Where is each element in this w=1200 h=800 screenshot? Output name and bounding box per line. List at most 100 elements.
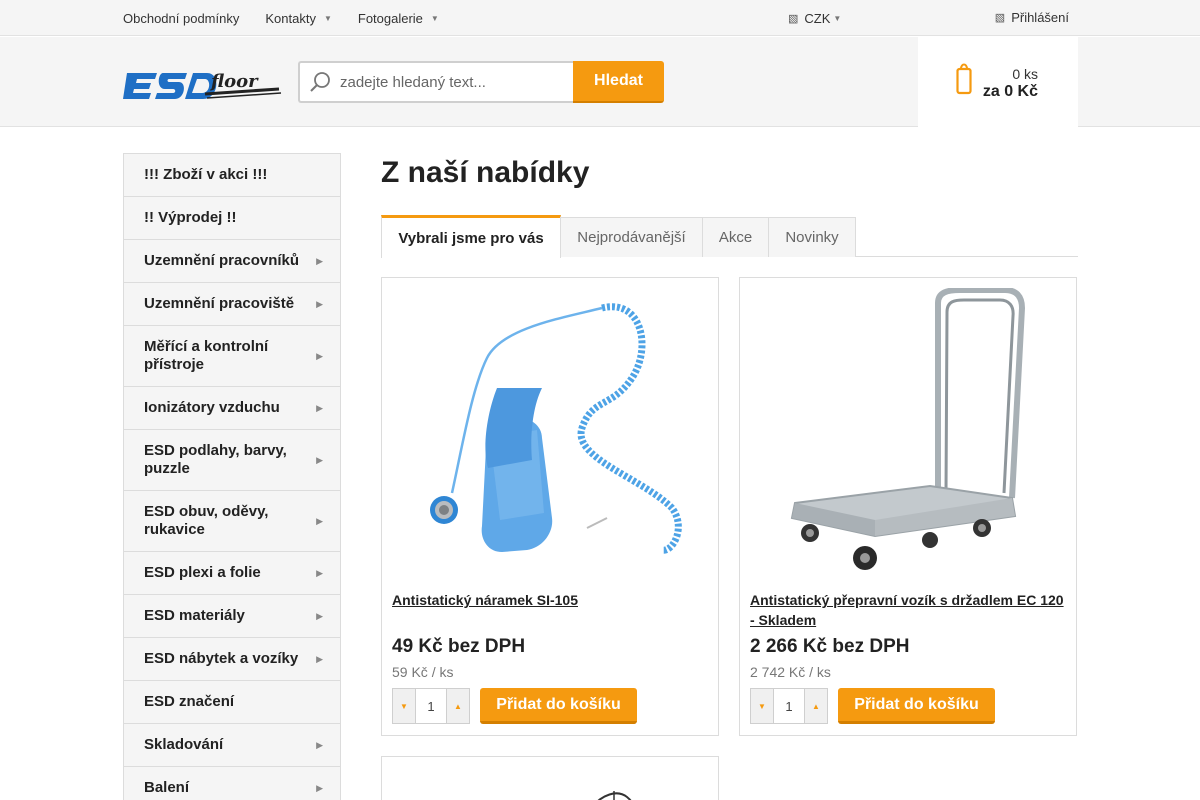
search-button[interactable]: Hledat bbox=[573, 61, 664, 103]
cart-price: za 0 Kč bbox=[982, 83, 1038, 100]
chevron-right-icon: ▶ bbox=[316, 611, 323, 621]
chevron-right-icon: ▶ bbox=[316, 516, 323, 526]
link-label: Fotogalerie bbox=[357, 10, 423, 26]
quantity-stepper: ▼ 1 ▲ bbox=[392, 688, 470, 724]
product-card bbox=[381, 756, 719, 800]
svg-text:floor: floor bbox=[209, 71, 259, 92]
chevron-down-icon: ▼ bbox=[430, 13, 439, 23]
quantity-input[interactable]: 1 bbox=[415, 689, 447, 723]
search-icon bbox=[300, 63, 340, 101]
link-fotogalerie[interactable]: Fotogalerie ▼ bbox=[358, 11, 439, 26]
tab-label: Novinky bbox=[785, 229, 839, 246]
quantity-stepper: ▼ 1 ▲ bbox=[750, 688, 828, 724]
category-label: Skladování bbox=[144, 736, 224, 753]
category-item-uzemneni-pracovniku[interactable]: Uzemnění pracovníků ▶ bbox=[124, 240, 340, 283]
add-to-cart-button[interactable]: Přidat do košíku bbox=[480, 688, 637, 724]
category-sidebar: !!! Zboží v akci !!! !! Výprodej !! Uzem… bbox=[123, 153, 341, 800]
login-link[interactable]: ▧ Přihlášení bbox=[995, 0, 1069, 34]
category-label: ESD nábytek a vozíky bbox=[144, 650, 299, 667]
top-nav: Obchodní podmínky Kontakty ▼ Fotogalerie ▼ bbox=[123, 0, 465, 36]
header: floor Hledat 0 ks za 0 Kč bbox=[0, 37, 1200, 127]
category-label: Balení bbox=[144, 779, 190, 796]
login-label: Přihlášení bbox=[1011, 9, 1069, 25]
tab-novinky[interactable]: Novinky bbox=[768, 217, 856, 257]
tab-nejprodavanejsi[interactable]: Nejprodávanější bbox=[560, 217, 703, 257]
currency-label: CZK bbox=[804, 10, 831, 26]
esd-floor-logo[interactable]: floor bbox=[123, 67, 283, 99]
product-card: Antistatický přepravní vozík s držadlem … bbox=[739, 277, 1077, 736]
search-bar: Hledat bbox=[298, 61, 664, 103]
category-label: ESD obuv, oděvy, rukavice bbox=[144, 503, 269, 538]
product-image[interactable] bbox=[392, 767, 708, 800]
product-name[interactable]: Antistatický přepravní vozík s držadlem … bbox=[750, 590, 1068, 630]
quantity-input[interactable]: 1 bbox=[773, 689, 805, 723]
transport-cart-image[interactable] bbox=[750, 287, 1066, 578]
chevron-right-icon: ▶ bbox=[316, 403, 323, 413]
currency-selector[interactable]: ▧ CZK ▼ bbox=[788, 0, 841, 36]
category-label: Měřící a kontrolní přístroje bbox=[144, 338, 269, 373]
cart-icon bbox=[956, 63, 972, 95]
category-item-esd-materialy[interactable]: ESD materiály ▶ bbox=[124, 595, 340, 638]
tab-label: Akce bbox=[718, 229, 753, 246]
chevron-right-icon: ▶ bbox=[316, 783, 323, 793]
category-label: Ionizátory vzduchu bbox=[144, 399, 280, 416]
chevron-right-icon: ▶ bbox=[316, 654, 323, 664]
category-item-vyprodej[interactable]: !! Výprodej !! bbox=[124, 197, 340, 240]
search-input[interactable] bbox=[340, 73, 565, 91]
search-field bbox=[298, 61, 573, 103]
chevron-right-icon: ▶ bbox=[316, 299, 323, 309]
chevron-down-icon: ▼ bbox=[323, 13, 332, 23]
category-item-uzemneni-pracoviste[interactable]: Uzemnění pracoviště ▶ bbox=[124, 283, 340, 326]
category-item-skladovani[interactable]: Skladování ▶ bbox=[124, 724, 340, 767]
chevron-right-icon: ▶ bbox=[316, 568, 323, 578]
user-icon: ▧ bbox=[994, 11, 1006, 24]
cash-icon: ▧ bbox=[788, 12, 799, 25]
link-obchodni-podminky[interactable]: Obchodní podmínky bbox=[123, 11, 239, 26]
category-item-esd-znaceni[interactable]: ESD značení bbox=[124, 681, 340, 724]
link-label: Obchodní podmínky bbox=[123, 10, 240, 26]
top-bar: Obchodní podmínky Kontakty ▼ Fotogalerie ▼… bbox=[0, 0, 1200, 36]
category-item-ionizatory[interactable]: Ionizátory vzduchu ▶ bbox=[124, 387, 340, 430]
page-title: Z naší nabídky bbox=[381, 156, 590, 189]
price-ex-vat: 2 266 Kč bez DPH bbox=[750, 636, 910, 657]
link-label: Kontakty bbox=[265, 10, 316, 26]
category-item-esd-plexi[interactable]: ESD plexi a folie ▶ bbox=[124, 552, 340, 595]
plus-icon[interactable]: ▲ bbox=[447, 689, 469, 723]
price-incl-vat: 2 742 Kč / ks bbox=[750, 664, 831, 680]
category-label: Uzemnění pracovníků bbox=[144, 252, 300, 269]
category-item-esd-podlahy[interactable]: ESD podlahy, barvy, puzzle ▶ bbox=[124, 430, 340, 491]
category-item-baleni[interactable]: Balení ▶ bbox=[124, 767, 340, 800]
plus-icon[interactable]: ▲ bbox=[805, 689, 827, 723]
chevron-right-icon: ▶ bbox=[316, 740, 323, 750]
price-ex-vat: 49 Kč bez DPH bbox=[392, 636, 526, 657]
product-tabs: Vybrali jsme pro vás Nejprodávanější Akc… bbox=[381, 215, 1078, 258]
tab-akce[interactable]: Akce bbox=[702, 217, 769, 257]
product-card: Antistatický náramek SI-105 49 Kč bez DP… bbox=[381, 277, 719, 736]
tab-label: Vybrali jsme pro vás bbox=[398, 229, 544, 247]
category-label: Uzemnění pracoviště bbox=[144, 295, 295, 312]
category-item-zbozi-v-akci[interactable]: !!! Zboží v akci !!! bbox=[124, 154, 340, 197]
category-label: ESD podlahy, barvy, puzzle bbox=[144, 442, 287, 477]
category-item-merici-pristroje[interactable]: Měřící a kontrolní přístroje ▶ bbox=[124, 326, 340, 387]
minus-icon[interactable]: ▼ bbox=[751, 689, 773, 723]
category-label: !! Výprodej !! bbox=[144, 209, 237, 226]
category-label: !!! Zboží v akci !!! bbox=[144, 166, 268, 183]
cart-widget[interactable]: 0 ks za 0 Kč bbox=[918, 37, 1078, 127]
category-label: ESD plexi a folie bbox=[144, 564, 261, 581]
chevron-right-icon: ▶ bbox=[316, 351, 323, 361]
tab-label: Nejprodávanější bbox=[577, 229, 686, 246]
add-to-cart-button[interactable]: Přidat do košíku bbox=[838, 688, 995, 724]
chevron-down-icon: ▼ bbox=[833, 13, 842, 23]
category-item-esd-obuv[interactable]: ESD obuv, oděvy, rukavice ▶ bbox=[124, 491, 340, 552]
link-kontakty[interactable]: Kontakty ▼ bbox=[265, 11, 332, 26]
category-item-esd-nabytek[interactable]: ESD nábytek a vozíky ▶ bbox=[124, 638, 340, 681]
category-label: ESD značení bbox=[144, 693, 235, 710]
minus-icon[interactable]: ▼ bbox=[393, 689, 415, 723]
chevron-right-icon: ▶ bbox=[316, 455, 323, 465]
product-name[interactable]: Antistatický náramek SI-105 bbox=[392, 590, 710, 610]
cart-count: 0 ks bbox=[1012, 66, 1038, 82]
wrist-strap-image[interactable] bbox=[392, 288, 708, 578]
chevron-right-icon: ▶ bbox=[316, 256, 323, 266]
price-incl-vat: 59 Kč / ks bbox=[392, 664, 454, 680]
tab-vybrali-jsme[interactable]: Vybrali jsme pro vás bbox=[381, 215, 561, 258]
